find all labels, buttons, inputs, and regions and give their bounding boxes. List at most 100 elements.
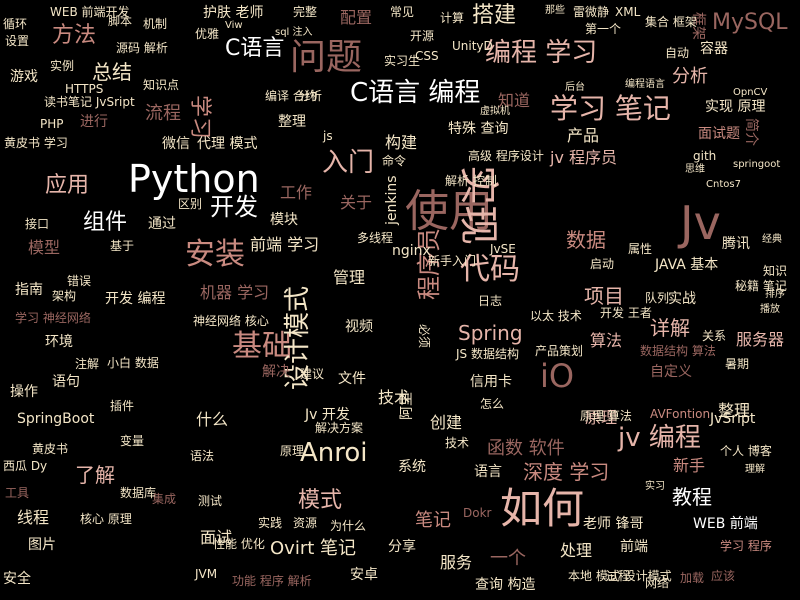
- word: JS 数据结构: [456, 347, 519, 361]
- word-cloud: Python 使用 Jv 如何 实现 问题 学习 笔记 编程 学习 C语言 编程…: [0, 0, 800, 600]
- word: 加载: [680, 571, 705, 585]
- word: 前端 学习: [250, 235, 320, 254]
- word: JvSript: [710, 411, 756, 427]
- word: C语言 编程: [350, 78, 481, 108]
- word: 产品: [567, 126, 600, 145]
- word: 学习: [187, 95, 212, 140]
- word: Dokr: [463, 506, 492, 520]
- word: 游戏: [10, 69, 38, 85]
- word: iO: [540, 357, 575, 395]
- word: XML: [615, 5, 641, 19]
- word: 老师 锋哥: [583, 516, 644, 532]
- word: 总结: [92, 60, 132, 84]
- word: 那些: [545, 5, 565, 16]
- word: 入门: [322, 148, 375, 178]
- word: 函数 软件: [487, 438, 565, 459]
- word: 教程: [672, 485, 712, 509]
- word: UnityD: [452, 39, 493, 53]
- word: 整理: [278, 114, 306, 130]
- word: 笔记: [415, 510, 451, 531]
- word: 了解: [75, 463, 115, 487]
- word: 面试题: [698, 126, 740, 142]
- word: 启动: [590, 257, 615, 271]
- word: Jv: [680, 196, 721, 250]
- word: 命令: [382, 154, 407, 168]
- word: 完整: [293, 5, 318, 19]
- word: 创建: [430, 413, 463, 432]
- word: 解决方案: [315, 421, 364, 435]
- word: 循环: [3, 17, 28, 31]
- word: 基于: [110, 239, 135, 253]
- word: 搭建: [472, 3, 517, 28]
- word: 数据库: [120, 486, 157, 500]
- word: nginx: [392, 243, 431, 259]
- word: 模块: [270, 212, 298, 228]
- word: 算法: [590, 331, 623, 350]
- word: 功能 程序 解析: [232, 574, 312, 588]
- word: 配置: [340, 8, 373, 27]
- word: PHP: [40, 117, 64, 131]
- word: SpringBoot: [17, 411, 95, 427]
- word: jv 编程: [618, 423, 701, 453]
- word: 脚本: [108, 14, 133, 28]
- word: 工作: [280, 183, 313, 202]
- word: 应该: [711, 569, 736, 583]
- word: 进行: [80, 114, 108, 130]
- word: 阿里: [399, 392, 415, 420]
- word: 架构: [52, 289, 77, 303]
- word: 怎么: [480, 397, 505, 411]
- word: 资源: [293, 516, 318, 530]
- word: OpnCV: [733, 87, 768, 98]
- word: js: [323, 129, 333, 143]
- word: 一个: [490, 548, 526, 569]
- word: 服务: [440, 553, 473, 572]
- word: 深度 学习: [523, 460, 610, 484]
- word: 思维: [685, 164, 705, 175]
- word: 学习 程序: [720, 539, 772, 553]
- word: 流程: [145, 103, 181, 124]
- word: C语言: [225, 36, 285, 61]
- word: 系统: [398, 459, 426, 475]
- word: 技术: [445, 436, 470, 450]
- word: 关于: [340, 193, 373, 212]
- word: 环境: [45, 334, 73, 350]
- word: 常见: [390, 5, 415, 19]
- word: gith: [693, 149, 717, 163]
- word: JVM: [195, 567, 218, 581]
- word: 源码 解析: [116, 41, 168, 55]
- word: 黄皮书 学习: [4, 136, 68, 150]
- word: Jv 开发: [305, 407, 350, 423]
- word: jv 程序员: [550, 148, 618, 167]
- word: Anroi: [300, 438, 368, 468]
- word: 后台: [565, 82, 585, 93]
- word: 通过: [148, 216, 176, 232]
- word: 知识点: [143, 78, 180, 92]
- word: 实习: [645, 481, 665, 492]
- word: 模型: [28, 238, 61, 257]
- word: 多线程: [357, 231, 394, 245]
- word: 注解: [75, 357, 100, 371]
- word: jenkins: [384, 175, 400, 225]
- word: 日志: [478, 294, 503, 308]
- word: 黄皮书: [32, 442, 69, 456]
- word: 属性: [628, 242, 653, 256]
- word: 测试: [198, 494, 223, 508]
- word: 语句: [52, 374, 80, 390]
- word: 队列: [645, 291, 670, 305]
- word: 机制: [143, 17, 168, 31]
- word: 设置: [5, 34, 30, 48]
- word: 编程语言: [625, 79, 665, 90]
- word: Spring: [458, 321, 523, 345]
- word: 高级 程序设计: [468, 149, 544, 163]
- word: 性能 优化: [213, 537, 265, 551]
- word: 集合 框架: [645, 15, 697, 29]
- word: 新手: [673, 456, 706, 475]
- word: 自动: [665, 46, 690, 60]
- word: 语法: [190, 449, 215, 463]
- word: 插件: [110, 399, 135, 413]
- word: 关系: [702, 329, 727, 343]
- word: 解析 控制: [445, 174, 497, 188]
- word: 区别: [178, 197, 203, 211]
- word: 服务器: [736, 330, 785, 349]
- word: 为什么: [330, 519, 367, 533]
